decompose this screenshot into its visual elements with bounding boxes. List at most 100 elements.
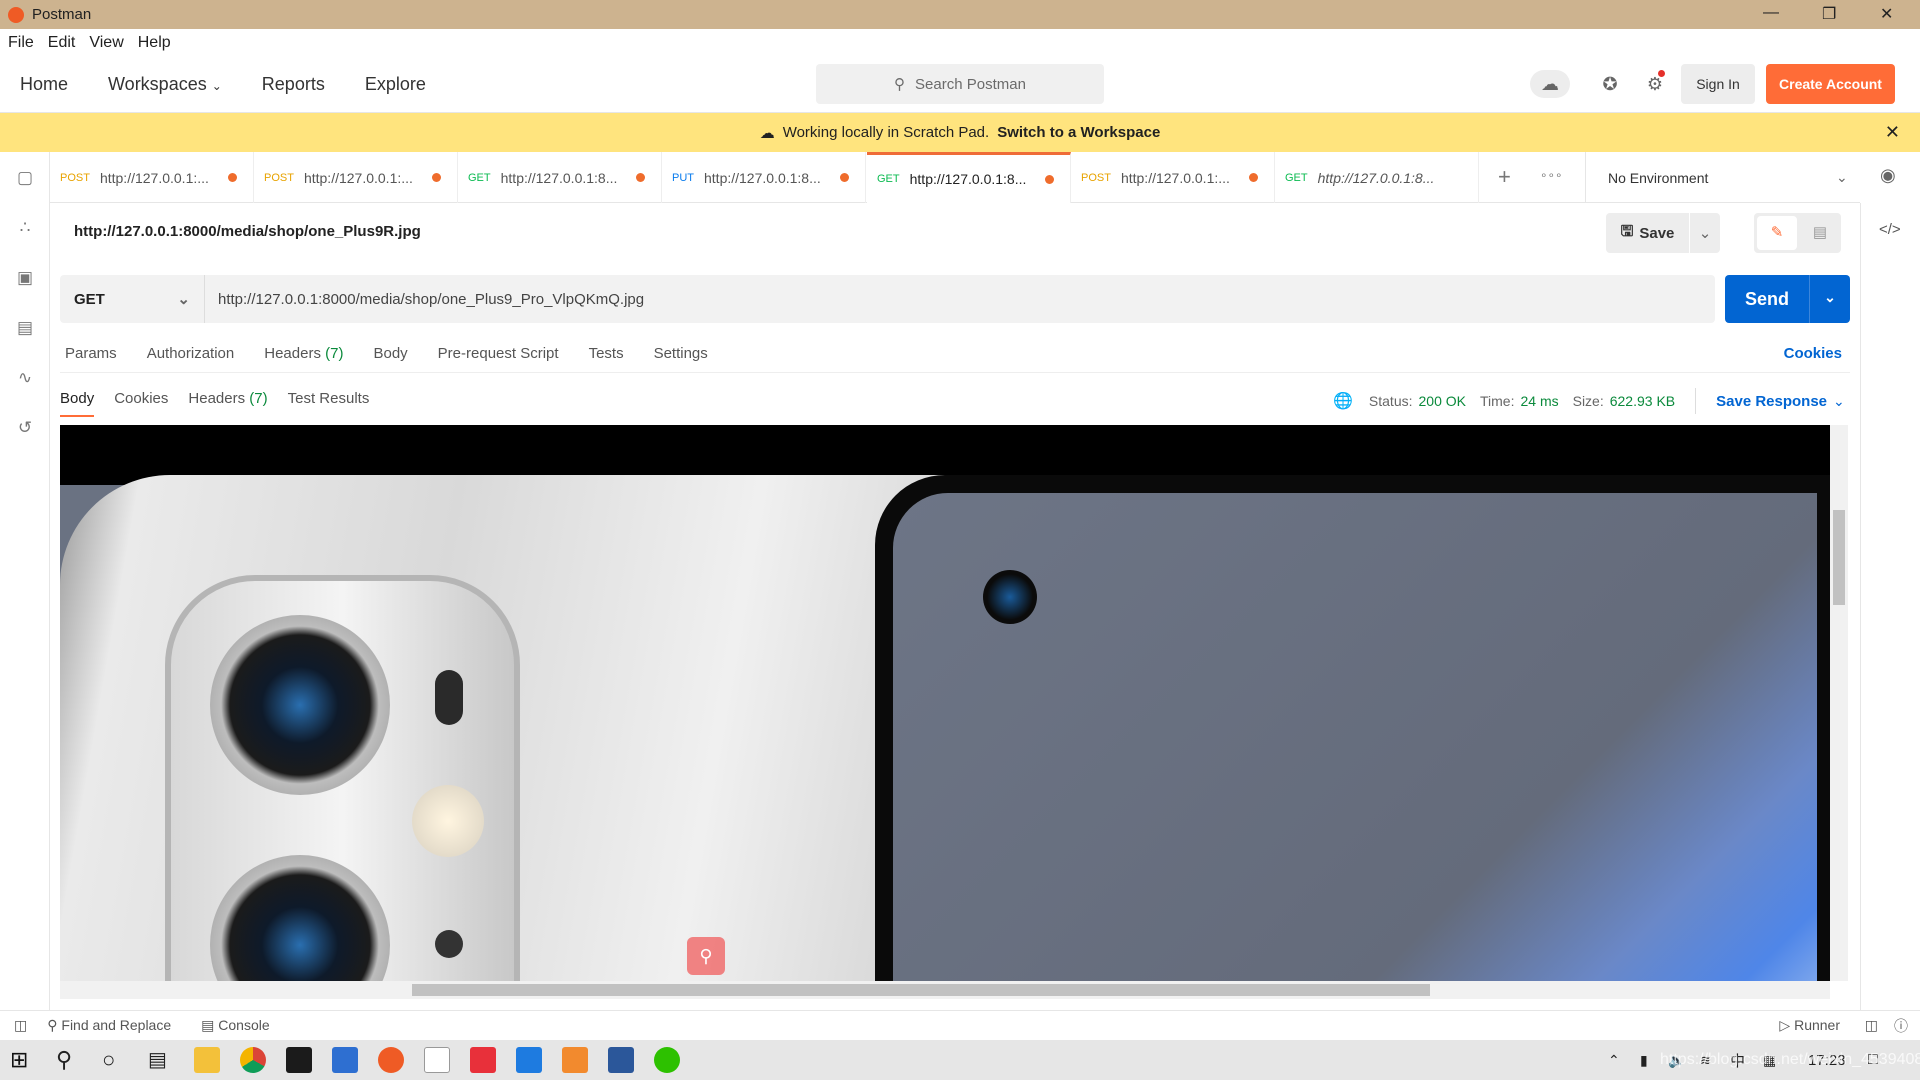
tab-params[interactable]: Params (65, 345, 117, 362)
menu-file[interactable]: File (8, 34, 34, 52)
save-label: Save (1639, 224, 1675, 242)
cloud-sync-icon[interactable]: ☁ (1530, 70, 1570, 98)
new-tab-plus-icon[interactable]: + (1498, 164, 1511, 190)
request-tab[interactable]: POST http://127.0.0.1:... (1071, 152, 1275, 203)
request-tab[interactable]: POST http://127.0.0.1:... (50, 152, 254, 203)
tab-method: GET (877, 173, 900, 185)
nav-reports[interactable]: Reports (262, 74, 325, 95)
environment-quick-look-eye-icon[interactable]: ◉ (1880, 165, 1896, 186)
cortana-icon[interactable]: ○ (102, 1047, 128, 1073)
method-label: GET (74, 290, 105, 308)
cookies-link[interactable]: Cookies (1784, 345, 1842, 362)
typora-icon[interactable] (424, 1047, 450, 1073)
chrome-icon[interactable] (240, 1047, 266, 1073)
flash (412, 785, 484, 857)
wechat-icon[interactable] (654, 1047, 680, 1073)
search-input[interactable]: ⚲ Search Postman (816, 64, 1104, 104)
response-tab-test-results[interactable]: Test Results (288, 390, 370, 407)
windows-start-icon[interactable]: ⊞ (10, 1047, 36, 1073)
task-view-icon[interactable]: ▤ (148, 1047, 174, 1073)
environment-selector[interactable]: No Environment ⌄ (1585, 152, 1860, 203)
title-bar: Postman — ❐ ✕ (0, 0, 1920, 29)
minimize-icon[interactable]: — (1763, 4, 1779, 22)
request-tab-active[interactable]: GET http://127.0.0.1:8... (867, 152, 1071, 203)
more-tabs-icon[interactable]: ∘∘∘ (1540, 168, 1563, 182)
request-tab[interactable]: POST http://127.0.0.1:... (254, 152, 458, 203)
maximize-icon[interactable]: ❐ (1822, 4, 1836, 24)
vertical-scrollbar[interactable] (1830, 425, 1848, 981)
vscode-icon[interactable] (516, 1047, 542, 1073)
time-value[interactable]: 24 ms (1520, 393, 1558, 409)
help-icon[interactable]: ⓘ (1894, 1016, 1908, 1036)
size-value[interactable]: 622.93 KB (1610, 393, 1675, 409)
nav-explore[interactable]: Explore (365, 74, 426, 95)
satellite-icon[interactable]: ✪ (1590, 70, 1630, 98)
postman-taskbar-icon[interactable] (378, 1047, 404, 1073)
search-icon[interactable]: ⚲ (56, 1047, 82, 1073)
file-explorer-icon[interactable] (194, 1047, 220, 1073)
tab-pre-request-script[interactable]: Pre-request Script (438, 345, 559, 362)
request-title[interactable]: http://127.0.0.1:8000/media/shop/one_Plu… (74, 223, 421, 240)
cloud-off-icon: ☁ (759, 124, 775, 142)
toggle-sidebar-icon[interactable]: ◫ (14, 1017, 27, 1034)
switch-workspace-link[interactable]: Switch to a Workspace (997, 124, 1160, 141)
sensor (435, 670, 463, 725)
tab-settings[interactable]: Settings (654, 345, 708, 362)
collections-icon[interactable]: ▢ (13, 168, 37, 192)
send-dropdown-chevron-icon[interactable]: ⌄ (1809, 275, 1850, 323)
url-input[interactable]: http://127.0.0.1:8000/media/shop/one_Plu… (205, 291, 644, 308)
chevron-down-icon[interactable]: ⌄ (1833, 393, 1845, 410)
menu-edit[interactable]: Edit (48, 34, 76, 52)
send-button[interactable]: Send ⌄ (1725, 275, 1850, 323)
globe-icon[interactable]: 🌐 (1333, 391, 1353, 411)
status-value[interactable]: 200 OK (1419, 393, 1466, 409)
pycharm-icon[interactable] (286, 1047, 312, 1073)
two-pane-icon[interactable]: ◫ (1865, 1017, 1878, 1034)
environments-icon[interactable]: ▣ (13, 268, 37, 292)
sign-in-button[interactable]: Sign In (1681, 64, 1755, 104)
tab-tests[interactable]: Tests (589, 345, 624, 362)
nav-workspaces[interactable]: Workspaces ⌄ (108, 74, 222, 95)
edit-pencil-icon[interactable]: ✎ (1757, 216, 1797, 250)
close-window-icon[interactable]: ✕ (1880, 4, 1893, 24)
console-button[interactable]: ▤ Console (201, 1017, 270, 1034)
youdao-icon[interactable] (470, 1047, 496, 1073)
request-tab[interactable]: PUT http://127.0.0.1:8... (662, 152, 866, 203)
create-account-button[interactable]: Create Account (1766, 64, 1895, 104)
response-tab-headers[interactable]: Headers (7) (188, 390, 267, 407)
request-tab-preview[interactable]: GET http://127.0.0.1:8... (1275, 152, 1479, 203)
apis-icon[interactable]: ∴ (13, 218, 37, 242)
menu-view[interactable]: View (89, 34, 123, 52)
tab-body[interactable]: Body (373, 345, 407, 362)
tab-headers[interactable]: Headers (7) (264, 345, 343, 362)
runner-button[interactable]: ▷ Runner (1779, 1017, 1840, 1034)
horizontal-scrollbar[interactable] (60, 981, 1830, 999)
save-response-button[interactable]: Save Response (1716, 393, 1827, 410)
request-tab[interactable]: GET http://127.0.0.1:8... (458, 152, 662, 203)
save-button[interactable]: 🖫 Save (1606, 213, 1689, 253)
menu-help[interactable]: Help (138, 34, 171, 52)
zoom-magnifier-icon[interactable]: ⚲ (687, 937, 725, 975)
history-icon[interactable]: ↺ (13, 418, 37, 442)
response-tab-body[interactable]: Body (60, 390, 95, 417)
webstorm-icon[interactable] (332, 1047, 358, 1073)
save-dropdown-button[interactable]: ⌄ (1690, 213, 1720, 253)
monitors-icon[interactable]: ∿ (13, 368, 37, 392)
find-replace-button[interactable]: ⚲ Find and Replace (47, 1017, 171, 1034)
code-snippet-icon[interactable]: </> (1879, 221, 1901, 238)
tab-authorization[interactable]: Authorization (147, 345, 235, 362)
battery-icon[interactable]: ▮ (1640, 1052, 1648, 1069)
response-tab-cookies[interactable]: Cookies (114, 390, 168, 407)
close-banner-icon[interactable]: ✕ (1885, 122, 1900, 143)
watermark: https://blog.csdn.net/weixin_45394086 (1660, 1051, 1920, 1068)
tray-chevron-up-icon[interactable]: ⌃ (1608, 1052, 1620, 1069)
method-select[interactable]: GET ⌄ (60, 275, 205, 323)
tab-url: http://127.0.0.1:8... (1317, 169, 1435, 186)
settings-gear-icon[interactable]: ⚙ (1635, 70, 1675, 98)
word-icon[interactable] (608, 1047, 634, 1073)
nav-home[interactable]: Home (20, 74, 68, 95)
app-icon[interactable] (562, 1047, 588, 1073)
mock-servers-icon[interactable]: ▤ (13, 318, 37, 342)
tab-method: POST (1081, 171, 1111, 184)
documentation-icon[interactable]: ▤ (1802, 216, 1838, 250)
